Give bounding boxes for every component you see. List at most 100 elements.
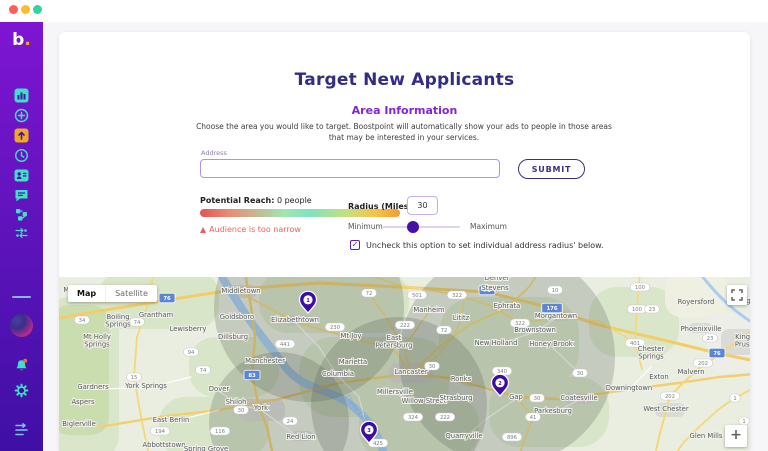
radius-label: Radius (Miles): bbox=[348, 202, 416, 211]
map-town-label: Biglerville bbox=[62, 420, 96, 428]
publish-upload-icon[interactable] bbox=[14, 128, 29, 143]
map-type-satellite-button[interactable]: Satellite bbox=[105, 285, 157, 302]
svg-text:30: 30 bbox=[238, 408, 245, 414]
map-town-label: Manchester bbox=[245, 357, 285, 365]
audience-warning: ▲ Audience is too narrow bbox=[200, 225, 301, 234]
reach-value: 0 people bbox=[274, 196, 312, 205]
radius-slider-track[interactable] bbox=[383, 221, 460, 233]
close-window-button[interactable] bbox=[9, 5, 18, 14]
svg-text:30: 30 bbox=[577, 371, 584, 377]
app-window: b. Target New Applicants Area Informatio… bbox=[0, 0, 768, 451]
dashboard-chart-icon[interactable] bbox=[14, 88, 29, 103]
svg-text:94: 94 bbox=[188, 350, 195, 356]
route-shield: 23 bbox=[644, 304, 660, 314]
zoom-in-button[interactable]: + bbox=[725, 425, 747, 447]
route-shield: 194 bbox=[149, 426, 171, 436]
map-town-label: Shiloh bbox=[226, 398, 247, 406]
submit-button[interactable]: SUBMIT bbox=[518, 159, 585, 179]
map-town-label: Malvern bbox=[677, 368, 704, 376]
map-town-label: Royersford bbox=[678, 298, 715, 306]
svg-text:2: 2 bbox=[498, 381, 502, 387]
automation-flow-icon[interactable] bbox=[14, 225, 29, 240]
slider-max-label: Maximum bbox=[470, 222, 507, 231]
route-shield: 116 bbox=[209, 426, 231, 436]
route-shield: 896 bbox=[501, 432, 523, 442]
user-avatar[interactable] bbox=[10, 314, 33, 337]
map-town-label: Lancaster bbox=[394, 368, 428, 376]
svg-text:1: 1 bbox=[733, 396, 736, 402]
potential-reach: Potential Reach: 0 people bbox=[200, 196, 312, 205]
route-shield: 94 bbox=[183, 347, 199, 357]
svg-text:202: 202 bbox=[665, 394, 675, 400]
slider-min-label: Minimum bbox=[348, 222, 383, 231]
map-town-label: Morgantown bbox=[535, 312, 577, 320]
map-town-label: Ronks bbox=[451, 375, 472, 383]
fullscreen-button[interactable] bbox=[727, 285, 747, 305]
map-town-label: Lewisberry bbox=[170, 325, 207, 333]
map-town-label: Abbottstown bbox=[143, 441, 186, 449]
integrations-share-icon[interactable] bbox=[14, 207, 29, 222]
route-shield: 202 bbox=[692, 358, 714, 368]
svg-text:100: 100 bbox=[635, 285, 646, 291]
route-shield: 230 bbox=[324, 322, 346, 332]
map-town-label: Honey Brook bbox=[529, 340, 573, 348]
svg-text:116: 116 bbox=[215, 429, 226, 435]
map-town-label: Dillsburg bbox=[218, 333, 248, 341]
route-shield: 1 bbox=[738, 416, 750, 426]
map-town-label: Exton bbox=[649, 373, 668, 381]
svg-text:72: 72 bbox=[441, 328, 448, 334]
map-type-map-button[interactable]: Map bbox=[68, 285, 105, 302]
svg-text:896: 896 bbox=[507, 435, 518, 441]
boostpoint-logo[interactable]: b. bbox=[0, 30, 43, 50]
map-town-label: Boiling Springs bbox=[105, 313, 131, 329]
route-shield: 10 bbox=[547, 285, 563, 295]
svg-text:74: 74 bbox=[134, 320, 141, 326]
map-town-label: Columbia bbox=[322, 370, 354, 378]
radius-input[interactable] bbox=[407, 196, 438, 215]
route-shield: 100 bbox=[626, 304, 648, 314]
radius-slider-thumb[interactable] bbox=[407, 221, 419, 233]
route-shield: 30 bbox=[572, 368, 588, 378]
notifications-bell-icon[interactable] bbox=[14, 358, 29, 373]
contacts-card-icon[interactable] bbox=[14, 168, 29, 183]
route-shield: 72 bbox=[361, 288, 377, 298]
route-shield: 76 bbox=[158, 292, 176, 304]
maximize-window-button[interactable] bbox=[33, 5, 42, 14]
collapse-menu-icon[interactable] bbox=[14, 422, 29, 437]
history-clock-icon[interactable] bbox=[14, 148, 29, 163]
svg-text:76: 76 bbox=[713, 351, 721, 357]
minimize-window-button[interactable] bbox=[21, 5, 30, 14]
svg-text:23: 23 bbox=[649, 307, 656, 313]
map-town-label: Dover bbox=[209, 385, 230, 393]
map-canvas[interactable]: 76 76 76 176 83 34 74 94 15 74 30 24 116 194 441 230 72 5… bbox=[59, 277, 750, 451]
map-town-label: Elizabethtown bbox=[271, 316, 319, 324]
section-title: Area Information bbox=[351, 104, 458, 117]
add-circle-icon[interactable] bbox=[14, 108, 29, 123]
individual-radius-checkbox[interactable]: ✓ bbox=[350, 240, 360, 250]
map-town-label: Glen Mills bbox=[690, 432, 723, 440]
map-town-label: Middletown bbox=[221, 287, 260, 295]
map-town-label: Red Lion bbox=[286, 433, 315, 441]
route-shield: 72 bbox=[436, 325, 452, 335]
map-town-label: Lititz bbox=[453, 314, 470, 322]
map-town-label: Gap bbox=[509, 393, 523, 401]
map-town-label: Mt Holly Springs bbox=[83, 333, 111, 349]
reach-label: Potential Reach: bbox=[200, 196, 275, 205]
map-town-label: Chester Springs bbox=[638, 345, 665, 361]
map-town-label: Parkesburg bbox=[534, 407, 572, 415]
route-shield: 202 bbox=[659, 391, 681, 401]
svg-text:15: 15 bbox=[131, 375, 138, 381]
route-shield: 74 bbox=[195, 365, 211, 375]
svg-text:230: 230 bbox=[330, 325, 341, 331]
settings-gear-icon[interactable] bbox=[14, 383, 29, 398]
map-town-label: Goldsboro bbox=[220, 313, 254, 321]
svg-text:222: 222 bbox=[440, 415, 450, 421]
address-input[interactable] bbox=[200, 159, 500, 178]
route-shield: 222 bbox=[394, 320, 416, 330]
map-town-label: East Berlin bbox=[153, 416, 190, 424]
svg-text:3: 3 bbox=[367, 428, 371, 434]
map-town-label: Aspers bbox=[71, 398, 94, 406]
messages-chat-icon[interactable] bbox=[14, 188, 29, 203]
map-town-label: Marietta bbox=[339, 358, 367, 366]
route-shield: 83 bbox=[243, 369, 261, 381]
